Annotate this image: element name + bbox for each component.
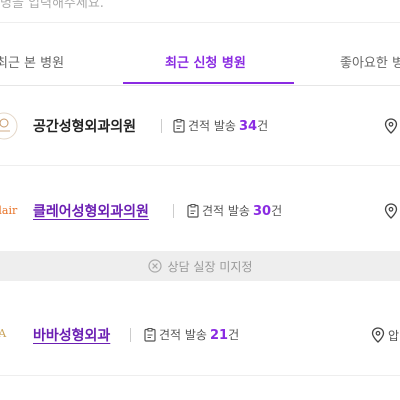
active-tab-indicator bbox=[123, 82, 294, 84]
tab-recently-applied[interactable]: 최근 신청 병원 bbox=[165, 52, 246, 71]
vava-logo-text: VA bbox=[0, 327, 7, 340]
document-icon bbox=[173, 118, 185, 133]
separator bbox=[161, 119, 162, 133]
divider bbox=[0, 165, 400, 166]
gonggan-logo-icon bbox=[0, 112, 18, 140]
consultant-status-bar: 상담 실장 미지정 bbox=[0, 251, 400, 281]
close-circle-icon bbox=[147, 259, 162, 273]
quote-unit: 건 bbox=[257, 119, 269, 133]
quote-unit: 건 bbox=[228, 328, 240, 342]
hospital-row[interactable]: VA 바바성형외과 견적 발송 21건 압 bbox=[0, 292, 400, 376]
separator bbox=[173, 204, 174, 218]
location-text: 압 bbox=[388, 329, 400, 343]
separator bbox=[130, 328, 131, 342]
hospital-name[interactable]: 클레어성형외과의원 bbox=[33, 201, 149, 221]
hospital-row[interactable]: Clair 클레어성형외과의원 견적 발송 30건 bbox=[0, 170, 400, 250]
quote-label: 견적 발송 bbox=[202, 204, 250, 218]
clair-logo-text: Clair bbox=[0, 204, 18, 217]
quote-number: 30 bbox=[252, 204, 272, 219]
hospital-row[interactable]: 공간성형외과의원 견적 발송 34건 bbox=[0, 86, 400, 166]
quote-number: 21 bbox=[209, 328, 229, 343]
tab-bar: 최근 본 병원 최근 신청 병원 좋아요한 병원 bbox=[0, 40, 400, 86]
clair-logo-icon: Clair bbox=[0, 204, 18, 217]
search-hint: 명을 입력해주세요. bbox=[0, 0, 104, 11]
quote-label: 견적 발송 bbox=[188, 119, 236, 133]
vava-logo-icon: VA bbox=[0, 327, 7, 340]
hospital-name[interactable]: 바바성형외과 bbox=[33, 325, 110, 345]
tab-liked[interactable]: 좋아요한 병원 bbox=[340, 52, 400, 71]
quote-label: 견적 발송 bbox=[159, 328, 207, 342]
hospital-name[interactable]: 공간성형외과의원 bbox=[33, 116, 136, 136]
location-pin-icon bbox=[371, 327, 385, 343]
quote-count: 견적 발송 21건 bbox=[144, 326, 239, 343]
quote-number: 34 bbox=[238, 119, 258, 134]
document-icon bbox=[187, 203, 199, 218]
quote-count: 견적 발송 30건 bbox=[187, 202, 282, 219]
quote-count: 견적 발송 34건 bbox=[173, 117, 268, 134]
tab-recently-viewed[interactable]: 최근 본 병원 bbox=[0, 52, 64, 71]
consultant-status-label: 상담 실장 미지정 bbox=[167, 259, 253, 274]
divider bbox=[0, 22, 400, 23]
divider bbox=[0, 375, 400, 376]
location-pin-icon bbox=[384, 203, 398, 219]
quote-unit: 건 bbox=[271, 204, 283, 218]
document-icon bbox=[144, 327, 156, 342]
location-pin-icon bbox=[384, 118, 398, 134]
